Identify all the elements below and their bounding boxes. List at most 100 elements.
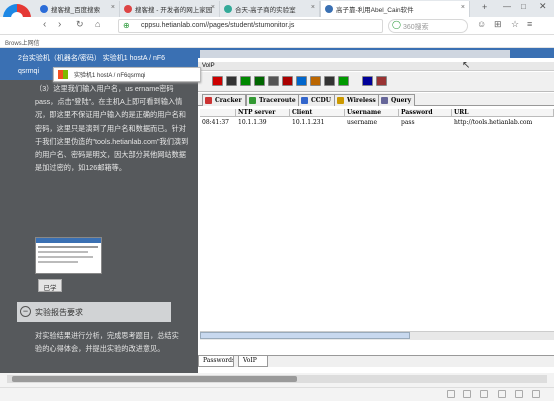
- subtab-wireless[interactable]: Wireless: [334, 94, 380, 106]
- new-tab-icon[interactable]: +: [482, 2, 487, 12]
- table-cell[interactable]: http://tools.hetianlab.com: [452, 119, 532, 127]
- subtab-icon: [381, 97, 388, 104]
- menu-icon[interactable]: ≡: [527, 19, 532, 29]
- search-placeholder: 360搜索: [403, 24, 429, 31]
- voip-strip: VoIP: [198, 62, 554, 71]
- column-header[interactable]: NTP server: [236, 109, 290, 117]
- bottom-tab-voip[interactable]: VoIP: [238, 356, 268, 367]
- section-title: 实验报告要求: [35, 308, 83, 317]
- forward-icon[interactable]: ›: [58, 19, 61, 30]
- address-text: cppsu.hetianlab.com//pages/student/stumo…: [141, 22, 295, 29]
- tab-title: 高子靠-利用Abel_Cain软件: [336, 7, 414, 14]
- bottom-tabs: Passwords VoIP: [198, 355, 554, 367]
- tab-close-icon[interactable]: ×: [111, 4, 115, 11]
- address-bar[interactable]: cppsu.hetianlab.com//pages/student/stumo…: [118, 19, 383, 33]
- extensions-icon[interactable]: ⊞: [494, 19, 502, 30]
- tooltip-text: 实验机1 hostA / nF6qsrmqi: [74, 73, 146, 79]
- column-header[interactable]: Username: [345, 109, 399, 117]
- machine-info-line1: 2台实验机（机器名/密码） 实验机1 hostA / nF6: [18, 55, 166, 62]
- results-table: NTP server Client Username Password URL 08:41…: [200, 109, 554, 331]
- subtab-icon: [337, 97, 344, 104]
- maximize-icon[interactable]: □: [521, 2, 526, 11]
- report-section-header[interactable]: − 实验报告要求: [17, 302, 171, 322]
- status-icon-3[interactable]: [480, 390, 488, 398]
- subtab-label: CCDU: [311, 97, 331, 104]
- sniffer-tool-icon[interactable]: [240, 76, 251, 86]
- bookmark-icon[interactable]: ☆: [511, 19, 519, 30]
- tab-favicon-icon: [224, 5, 232, 13]
- subtab-label: Query: [391, 97, 412, 104]
- column-header[interactable]: [200, 109, 236, 117]
- status-icon-1[interactable]: [447, 390, 455, 398]
- reload-icon[interactable]: ↻: [76, 19, 84, 30]
- net-tool-icon[interactable]: [324, 76, 335, 86]
- hash-tool-icon[interactable]: [338, 76, 349, 86]
- tab-4[interactable]: 高子靠-利用Abel_Cain软件 ×: [320, 1, 470, 17]
- tab-close-icon[interactable]: ×: [211, 4, 215, 11]
- save-tool-icon[interactable]: [226, 76, 237, 86]
- tab-2[interactable]: 搜客搜 - 开发者的网上家园 ×: [120, 1, 220, 17]
- horizontal-scroll-thumb[interactable]: [200, 332, 410, 339]
- table-cell[interactable]: pass: [399, 119, 415, 127]
- dns-tool-icon[interactable]: [254, 76, 265, 86]
- screenshot-thumbnail[interactable]: [35, 237, 102, 274]
- arp-tool-icon[interactable]: [268, 76, 279, 86]
- close-window-icon[interactable]: ✕: [539, 1, 547, 12]
- tab-title: 合天-高子商的实验室: [235, 7, 296, 14]
- tab-close-icon[interactable]: ×: [311, 4, 315, 11]
- subtab-cracker[interactable]: Cracker: [202, 94, 246, 106]
- table-cell[interactable]: 10.1.1.39: [236, 119, 267, 127]
- tab-title: 搜客搜_百度搜索: [51, 7, 101, 14]
- subtab-ccdu[interactable]: CCDU: [298, 94, 335, 106]
- column-header[interactable]: Client: [290, 109, 345, 117]
- subtab-label: Cracker: [215, 97, 242, 104]
- help-tool-icon[interactable]: [376, 76, 387, 86]
- subtab-traceroute[interactable]: Traceroute: [246, 94, 300, 106]
- collapse-icon[interactable]: −: [20, 306, 31, 317]
- tab-favicon-icon: [124, 5, 132, 13]
- status-icon-6[interactable]: [532, 390, 540, 398]
- subtab-label: Wireless: [347, 97, 376, 104]
- user-icon[interactable]: ☺: [477, 19, 486, 29]
- learned-button[interactable]: 已学: [38, 279, 62, 292]
- tab-3[interactable]: 合天-高子商的实验室 ×: [220, 1, 320, 17]
- voip-label: VoIP: [202, 63, 215, 69]
- info-tool-icon[interactable]: [362, 76, 373, 86]
- tab-close-icon[interactable]: ×: [461, 4, 465, 11]
- report-requirements-text: 对实验结果进行分析，完成思考题目，总结实验的心得体会，并提出实验的改进意见。: [35, 331, 179, 354]
- tab-favicon-icon: [325, 5, 333, 13]
- remote-top-inner: [200, 50, 510, 58]
- windows-icon: [58, 70, 68, 79]
- bookmark-item[interactable]: Brows上网信: [5, 41, 40, 47]
- subtab-icon: [301, 97, 308, 104]
- column-header[interactable]: URL: [452, 109, 554, 117]
- page-scroll-thumb[interactable]: [12, 376, 297, 382]
- bottom-tab-passwords[interactable]: Passwords: [198, 356, 234, 367]
- table-cell[interactable]: 10.1.1.231: [290, 119, 324, 127]
- cain-subtabs: Cracker Traceroute CCDU Wireless Query: [198, 93, 554, 106]
- subtab-label: Traceroute: [259, 97, 296, 104]
- status-icon-2[interactable]: [463, 390, 471, 398]
- minimize-icon[interactable]: —: [503, 2, 511, 11]
- open-tool-icon[interactable]: [212, 76, 223, 86]
- tab-favicon-icon: [40, 5, 48, 13]
- subtab-icon: [249, 97, 256, 104]
- instruction-text: （3）这里我们输入用户名，us ername密码pass，点击"登陆"。在主机A…: [35, 84, 189, 173]
- secure-icon: ⊕: [123, 21, 130, 30]
- status-icon-5[interactable]: [515, 390, 523, 398]
- remote-tooltip: 实验机1 hostA / nF6qsrmqi: [53, 67, 201, 82]
- home-icon[interactable]: ⌂: [95, 19, 100, 29]
- config-tool-icon[interactable]: [310, 76, 321, 86]
- subtab-icon: [205, 97, 212, 104]
- status-icon-4[interactable]: [498, 390, 506, 398]
- back-icon[interactable]: ‹: [43, 19, 46, 30]
- bookmarks-bar: Brows上网信: [0, 35, 554, 48]
- add-tool-icon[interactable]: [282, 76, 293, 86]
- column-header[interactable]: Password: [399, 109, 452, 117]
- subtab-query[interactable]: Query: [378, 94, 416, 106]
- table-cell[interactable]: 08:41:37: [200, 119, 229, 127]
- cain-toolbar: [198, 72, 554, 92]
- table-cell[interactable]: username: [345, 119, 377, 127]
- tab-1[interactable]: 搜客搜_百度搜索 ×: [36, 1, 120, 17]
- clear-tool-icon[interactable]: [296, 76, 307, 86]
